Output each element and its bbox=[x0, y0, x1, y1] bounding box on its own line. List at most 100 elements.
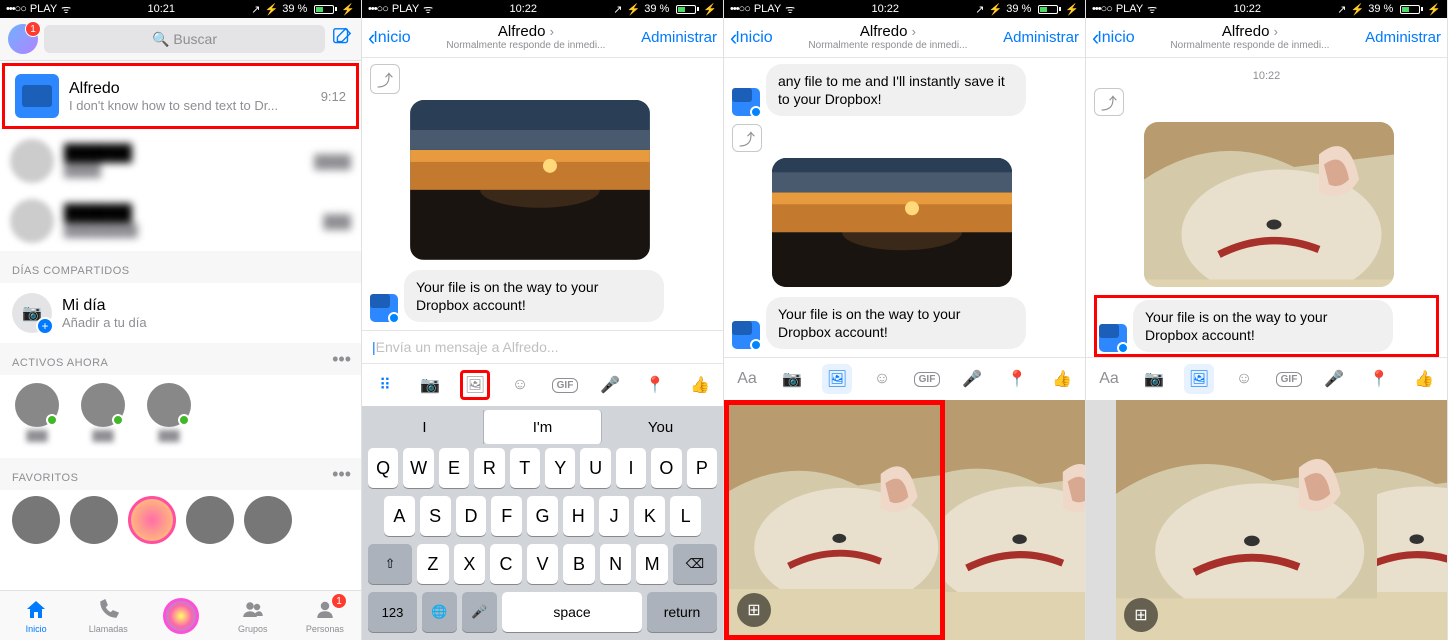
favorite-user[interactable] bbox=[244, 496, 292, 544]
message-image-sunset[interactable] bbox=[772, 158, 1012, 287]
voice-icon[interactable]: 🎤 bbox=[595, 370, 625, 400]
key-w[interactable]: W bbox=[403, 448, 433, 488]
emoji-icon[interactable]: ☺ bbox=[505, 370, 535, 400]
active-user[interactable]: ███ bbox=[12, 383, 62, 442]
key-f[interactable]: F bbox=[491, 496, 522, 536]
key-a[interactable]: A bbox=[384, 496, 415, 536]
text-icon[interactable]: Aa bbox=[1094, 364, 1124, 394]
admin-button[interactable]: Administrar bbox=[1003, 29, 1079, 46]
tab-inicio[interactable]: Inicio bbox=[0, 591, 72, 640]
emoji-icon[interactable]: ☺ bbox=[867, 364, 897, 394]
gif-icon[interactable]: GIF bbox=[912, 364, 942, 394]
location-icon[interactable]: 📍 bbox=[1364, 364, 1394, 394]
voice-icon[interactable]: 🎤 bbox=[1319, 364, 1349, 394]
like-icon[interactable]: 👍 bbox=[1409, 364, 1439, 394]
key-z[interactable]: Z bbox=[417, 544, 449, 584]
suggestion[interactable]: I bbox=[366, 410, 484, 444]
photo-thumbnail[interactable] bbox=[945, 400, 1085, 640]
grid-icon[interactable]: ⊞ bbox=[737, 593, 771, 627]
key-j[interactable]: J bbox=[599, 496, 630, 536]
gallery-icon[interactable]: 🖼 bbox=[460, 370, 490, 400]
conversation-alfredo[interactable]: Alfredo I don't know how to send text to… bbox=[2, 63, 359, 129]
key-d[interactable]: D bbox=[456, 496, 487, 536]
profile-avatar[interactable]: 1 bbox=[8, 24, 38, 54]
compose-button[interactable] bbox=[331, 26, 353, 53]
key-p[interactable]: P bbox=[687, 448, 717, 488]
favorite-user[interactable] bbox=[12, 496, 60, 544]
chat-title[interactable]: Alfredo › bbox=[411, 24, 641, 41]
space-key[interactable]: space bbox=[502, 592, 642, 632]
key-u[interactable]: U bbox=[580, 448, 610, 488]
active-user[interactable]: ███ bbox=[144, 383, 194, 442]
key-t[interactable]: T bbox=[510, 448, 540, 488]
back-button[interactable]: ‹Inicio bbox=[730, 25, 773, 51]
chat-title[interactable]: Alfredo › bbox=[1135, 24, 1365, 41]
emoji-icon[interactable]: ☺ bbox=[1229, 364, 1259, 394]
tab-grupos[interactable]: Grupos bbox=[217, 591, 289, 640]
photo-thumbnail[interactable] bbox=[1086, 400, 1116, 640]
like-icon[interactable]: 👍 bbox=[685, 370, 715, 400]
key-b[interactable]: B bbox=[563, 544, 595, 584]
back-button[interactable]: ‹Inicio bbox=[368, 25, 411, 51]
text-icon[interactable]: Aa bbox=[732, 364, 762, 394]
key-s[interactable]: S bbox=[420, 496, 451, 536]
grid-icon[interactable]: ⊞ bbox=[1124, 598, 1158, 632]
key-e[interactable]: E bbox=[439, 448, 469, 488]
chat-title[interactable]: Alfredo › bbox=[773, 24, 1003, 41]
globe-key[interactable]: 🌐 bbox=[422, 592, 457, 632]
my-day-button[interactable]: 📷+ Mi día Añadir a tu día bbox=[0, 283, 361, 343]
backspace-key[interactable]: ⌫ bbox=[673, 544, 717, 584]
key-n[interactable]: N bbox=[600, 544, 632, 584]
key-h[interactable]: H bbox=[563, 496, 594, 536]
camera-icon[interactable]: 📷 bbox=[415, 370, 445, 400]
camera-icon[interactable]: 📷 bbox=[1139, 364, 1169, 394]
photo-thumbnail[interactable]: ⊞ bbox=[1116, 400, 1377, 640]
tab-personas[interactable]: Personas1 bbox=[289, 591, 361, 640]
message-input[interactable]: |Envía un mensaje a Alfredo... bbox=[362, 330, 723, 363]
photo-thumbnail[interactable] bbox=[1377, 400, 1447, 640]
return-key[interactable]: return bbox=[647, 592, 717, 632]
voice-icon[interactable]: 🎤 bbox=[957, 364, 987, 394]
key-i[interactable]: I bbox=[616, 448, 646, 488]
suggestion[interactable]: I'm bbox=[484, 410, 602, 444]
key-q[interactable]: Q bbox=[368, 448, 398, 488]
mic-key[interactable]: 🎤 bbox=[462, 592, 497, 632]
key-v[interactable]: V bbox=[527, 544, 559, 584]
admin-button[interactable]: Administrar bbox=[641, 29, 717, 46]
gallery-icon[interactable]: 🖼 bbox=[1184, 364, 1214, 394]
like-icon[interactable]: 👍 bbox=[1047, 364, 1077, 394]
shift-key[interactable]: ⇧ bbox=[368, 544, 412, 584]
tab-camera[interactable] bbox=[144, 591, 216, 640]
share-icon[interactable]: ⤴ bbox=[1094, 88, 1124, 116]
location-icon[interactable]: 📍 bbox=[1002, 364, 1032, 394]
more-button[interactable]: ••• bbox=[332, 464, 361, 485]
key-y[interactable]: Y bbox=[545, 448, 575, 488]
search-input[interactable]: 🔍 Buscar bbox=[44, 25, 325, 53]
admin-button[interactable]: Administrar bbox=[1365, 29, 1441, 46]
share-icon[interactable]: ⤴ bbox=[732, 124, 762, 152]
gif-icon[interactable]: GIF bbox=[550, 370, 580, 400]
message-image-sunset[interactable] bbox=[410, 100, 650, 260]
conversation-blurred[interactable]: ██████████ ████ bbox=[0, 131, 361, 191]
share-icon[interactable]: ⤴ bbox=[370, 64, 400, 94]
favorite-user[interactable] bbox=[186, 496, 234, 544]
numbers-key[interactable]: 123 bbox=[368, 592, 417, 632]
back-button[interactable]: ‹Inicio bbox=[1092, 25, 1135, 51]
key-x[interactable]: X bbox=[454, 544, 486, 584]
gallery-icon[interactable]: 🖼 bbox=[822, 364, 852, 394]
conversation-blurred[interactable]: ██████████████ ███ bbox=[0, 191, 361, 251]
message-image-dog[interactable] bbox=[1144, 122, 1394, 287]
key-k[interactable]: K bbox=[634, 496, 665, 536]
camera-icon[interactable]: 📷 bbox=[777, 364, 807, 394]
tab-llamadas[interactable]: Llamadas bbox=[72, 591, 144, 640]
more-button[interactable]: ••• bbox=[332, 349, 361, 370]
apps-icon[interactable]: ⠿ bbox=[370, 370, 400, 400]
key-o[interactable]: O bbox=[651, 448, 681, 488]
favorite-user[interactable] bbox=[128, 496, 176, 544]
key-l[interactable]: L bbox=[670, 496, 701, 536]
key-r[interactable]: R bbox=[474, 448, 504, 488]
suggestion[interactable]: You bbox=[602, 410, 719, 444]
location-icon[interactable]: 📍 bbox=[640, 370, 670, 400]
gif-icon[interactable]: GIF bbox=[1274, 364, 1304, 394]
favorite-user[interactable] bbox=[70, 496, 118, 544]
